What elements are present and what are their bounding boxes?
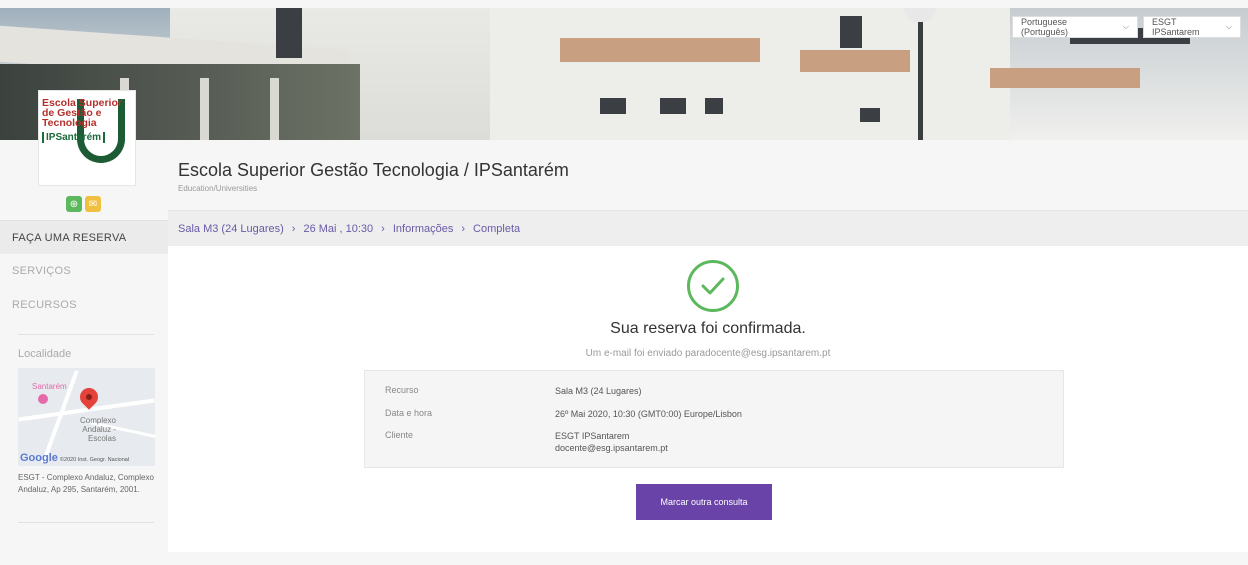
breadcrumb-item-complete[interactable]: Completa xyxy=(473,223,520,235)
chevron-down-icon: ⌵ xyxy=(1122,22,1129,31)
detail-value: ESGT IPSantarem docente@esg.ipsantarem.p… xyxy=(555,430,955,454)
language-dropdown[interactable]: Portuguese (Português) ⌵ xyxy=(1012,16,1138,38)
email-icon[interactable]: ✉ xyxy=(85,196,101,212)
globe-icon[interactable]: ⊕ xyxy=(66,196,82,212)
breadcrumb-item-datetime[interactable]: 26 Mai , 10:30 xyxy=(303,223,373,235)
map-copyright: ©2020 Inst. Geogr. Nacional xyxy=(59,457,130,463)
map-marker-poi xyxy=(38,394,48,404)
client-email: docente@esg.ipsantarem.pt xyxy=(555,443,668,453)
confirmation-subtitle: Um e-mail foi enviado paradocente@esg.ip… xyxy=(585,348,831,359)
location-map[interactable]: Santarém Complexo Andaluz - Escolas Goog… xyxy=(18,368,155,466)
location-title: Localidade xyxy=(18,348,72,360)
sidebar-nav: FAÇA UMA RESERVA SERVIÇOS RECURSOS xyxy=(0,220,168,322)
google-logo: Google xyxy=(20,452,58,464)
booking-details: Recurso Sala M3 (24 Lugares) Data e hora… xyxy=(364,370,1064,468)
check-circle-icon xyxy=(687,260,739,312)
detail-label: Recurso xyxy=(385,385,419,395)
sidebar-item-book[interactable]: FAÇA UMA RESERVA xyxy=(0,220,168,254)
confirmation-panel: Sua reserva foi confirmada. Um e-mail fo… xyxy=(168,246,1248,552)
account-dropdown[interactable]: ESGT IPSantarem ⌵ xyxy=(1143,16,1241,38)
chevron-right-icon: › xyxy=(291,222,296,235)
business-category: Education/Universities xyxy=(178,184,258,193)
chevron-down-icon: ⌵ xyxy=(1225,22,1232,31)
detail-value: 26º Mai 2020, 10:30 (GMT0:00) Europe/Lis… xyxy=(555,409,742,419)
breadcrumb: Sala M3 (24 Lugares) › 26 Mai , 10:30 › … xyxy=(168,210,1248,246)
client-name: ESGT IPSantarem xyxy=(555,431,630,441)
account-label: ESGT IPSantarem xyxy=(1152,17,1200,37)
map-footer: Google ©2020 Inst. Geogr. Nacional xyxy=(18,452,155,464)
map-label-place: Complexo Andaluz - Escolas xyxy=(79,416,116,443)
chevron-right-icon: › xyxy=(461,222,466,235)
breadcrumb-item-resource[interactable]: Sala M3 (24 Lugares) xyxy=(178,223,284,235)
language-label: Portuguese (Português) xyxy=(1021,17,1069,37)
logo-text: Escola Superior de Gestão e Tecnologia xyxy=(42,97,122,129)
detail-value: Sala M3 (24 Lugares) xyxy=(555,386,642,396)
book-again-button[interactable]: Marcar outra consulta xyxy=(636,484,772,520)
chevron-right-icon: › xyxy=(381,222,385,235)
sidebar-item-resources[interactable]: RECURSOS xyxy=(0,288,168,322)
detail-label: Cliente xyxy=(385,430,414,440)
confirmation-title: Sua reserva foi confirmada. xyxy=(610,320,806,337)
map-label-city: Santarém xyxy=(32,382,67,391)
detail-label: Data e hora xyxy=(385,408,433,418)
contact-icons: ⊕ ✉ xyxy=(66,196,101,212)
sidebar-item-services[interactable]: SERVIÇOS xyxy=(0,254,168,288)
breadcrumb-item-info[interactable]: Informações xyxy=(393,223,454,235)
logo-ips: IPSantarém xyxy=(42,132,106,143)
business-logo: Escola Superior de Gestão e Tecnologia I… xyxy=(38,90,136,186)
sidebar-divider xyxy=(18,334,154,335)
business-title: Escola Superior Gestão Tecnologia / IPSa… xyxy=(178,160,569,180)
location-address: ESGT - Complexo Andaluz, Complexo Andalu… xyxy=(18,473,154,494)
sidebar-divider xyxy=(18,522,154,523)
